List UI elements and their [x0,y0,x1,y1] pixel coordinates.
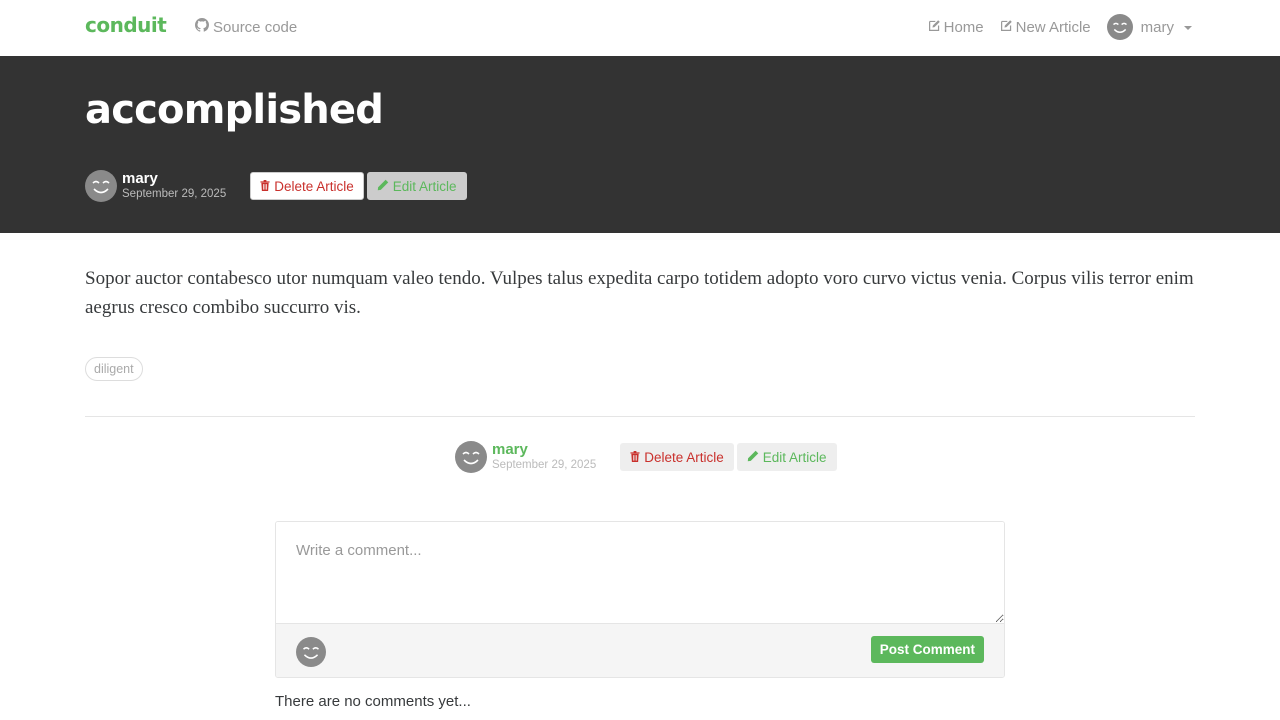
edit-icon [928,19,941,36]
caret-down-icon [1184,26,1192,30]
article-body: Sopor auctor contabesco utor numquam val… [85,268,1194,318]
nav-new-article-label: New Article [1015,18,1091,36]
nav-links: Home New Article mary [928,14,1192,40]
article-title: accomplished [85,87,384,133]
author-avatar[interactable] [85,170,117,202]
delete-article-label: Delete Article [274,178,354,194]
article-meta: mary September 29, 2025 Delete Article E… [85,170,467,202]
user-avatar [296,637,326,667]
article-date: September 29, 2025 [492,458,597,471]
author-name-link[interactable]: mary [492,442,596,459]
edit-article-button[interactable]: Edit Article [366,172,467,200]
comment-footer: Post Comment [276,623,1004,677]
edit-article-label: Edit Article [762,449,827,465]
nav-home-label: Home [943,18,984,36]
edit-article-label: Edit Article [392,178,457,194]
user-avatar [1106,14,1133,40]
pencil-icon [747,450,759,465]
navbar: conduit Source code Home New Article mar… [0,0,1280,56]
delete-article-label: Delete Article [644,449,724,465]
delete-article-button[interactable]: Delete Article [620,443,734,471]
pencil-icon [377,179,389,194]
nav-new-article[interactable]: New Article [1000,19,1091,36]
source-code-link[interactable]: Source code [195,18,297,36]
brand-logo[interactable]: conduit [85,13,167,37]
trash-icon [630,450,640,465]
author-name-link[interactable]: mary [122,171,226,188]
comment-input[interactable] [276,522,1004,623]
author-avatar[interactable] [455,441,487,473]
user-menu-dropdown[interactable]: mary [1106,14,1192,40]
user-menu-label: mary [1140,18,1174,36]
delete-article-button[interactable]: Delete Article [250,172,364,200]
edit-icon [1000,19,1013,36]
article-banner: accomplished mary September 29, 2025 Del… [0,56,1280,233]
edit-article-button[interactable]: Edit Article [736,443,837,471]
author-info: mary September 29, 2025 [492,442,596,471]
tag-pill[interactable]: diligent [85,357,143,381]
trash-icon [260,179,270,194]
article-meta-bottom: mary September 29, 2025 Delete Article E… [455,441,837,473]
github-icon [195,18,209,36]
source-code-label: Source code [213,18,298,36]
no-comments-text: There are no comments yet... [275,693,471,710]
article-date: September 29, 2025 [122,187,227,200]
nav-home[interactable]: Home [928,19,984,36]
divider [85,416,1195,417]
comment-form: Post Comment [275,521,1005,678]
author-info: mary September 29, 2025 [122,171,226,200]
post-comment-button[interactable]: Post Comment [870,636,984,663]
